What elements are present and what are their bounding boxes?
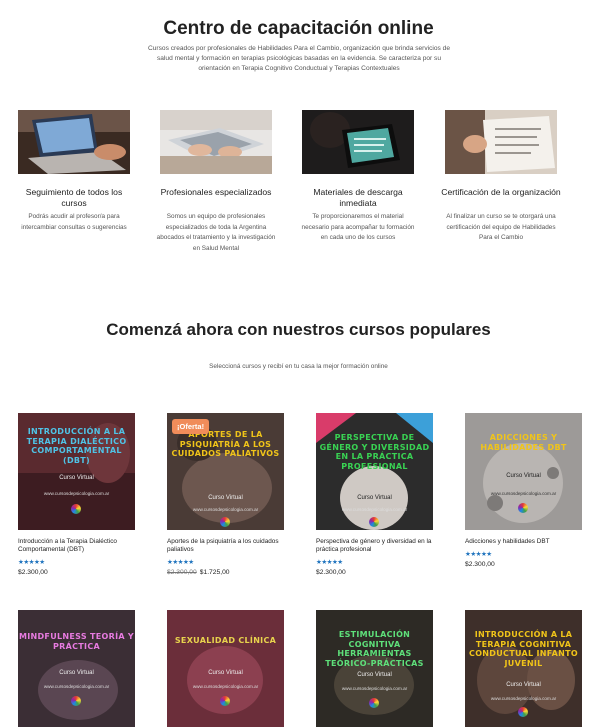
product-name[interactable]: Adicciones y habilidades DBT [465,538,582,546]
course-virtual-label: Curso Virtual [59,475,94,481]
course-thumbnail[interactable]: Adicciones y habilidades DBT Curso Virtu… [465,413,582,530]
old-price: $2.300,00 [167,569,197,576]
price-value: $1.725,00 [199,569,230,576]
feature-desc: Somos un equipo de profesionales especia… [156,213,276,252]
course-virtual-label: Curso Virtual [208,670,243,676]
course-thumbnail[interactable]: Introducción a la terapia cognitiva cond… [465,610,582,727]
course-virtual-label: Curso Virtual [208,495,243,501]
feature-image-writing [445,110,557,174]
course-url: www.cursosdepsicologia.com.ar [490,491,557,496]
product-name[interactable]: Perspectiva de género y diversidad en la… [316,538,433,553]
price-value: $2.300,00 [316,569,346,576]
thumbnail-title: Adicciones y habilidades DBT [480,433,567,452]
course-url: www.cursosdepsicologia.com.ar [341,507,408,512]
sale-badge: ¡Oferta! [172,419,210,434]
logo-icon [518,503,528,513]
feature-image-tablet [302,110,414,174]
logo-icon [518,707,528,717]
rating-stars-icon: ★★★★★ [18,559,45,566]
course-thumbnail[interactable]: Aportes de la psiquiatría a los cuidados… [167,413,284,530]
course-virtual-label: Curso Virtual [357,672,392,678]
feature-title: Seguimiento de todos los cursos [25,187,123,208]
course-virtual-label: Curso Virtual [357,495,392,501]
popular-title: Comenzá ahora con nuestros cursos popula… [106,320,491,339]
thumbnail-title: Perspectiva de género y diversidad en la… [319,433,430,471]
rating-stars-icon: ★★★★★ [167,559,194,566]
course-url: www.cursosdepsicologia.com.ar [192,684,259,689]
course-thumbnail[interactable]: Introducción a la terapia dialéctico com… [18,413,135,530]
price-value: $2.300,00 [465,561,495,568]
feature-desc: Te proporcionaremos el material necesari… [301,213,415,241]
rating-stars-icon: ★★★★★ [465,551,492,558]
feature-desc: Al finalizar un curso se te otorgará una… [446,213,556,241]
course-url: www.cursosdepsicologia.com.ar [43,491,110,496]
feature-image-laptop [18,110,130,174]
logo-icon [369,517,379,527]
thumbnail-title: Mindfulness teoría y práctica [18,632,135,651]
thumbnail-title: Aportes de la psiquiatría a los cuidados… [171,430,280,458]
course-virtual-label: Curso Virtual [506,682,541,688]
course-thumbnail[interactable]: Mindfulness teoría y práctica Curso Virt… [18,610,135,727]
logo-icon [71,696,81,706]
product-name[interactable]: Introducción a la Terapia Dialéctico Com… [18,538,135,553]
logo-icon [220,517,230,527]
feature-title: Profesionales especializados [160,187,272,197]
page-title: Centro de capacitación online [163,18,434,39]
course-virtual-label: Curso Virtual [506,473,541,479]
rating-stars-icon: ★★★★★ [316,559,343,566]
course-thumbnail[interactable]: Estimulación cognitiva herramientas teór… [316,610,433,727]
course-thumbnail[interactable]: Perspectiva de género y diversidad en la… [316,413,433,530]
intro-text: Cursos creados por profesionales de Habi… [148,45,451,72]
price-value: $2.300,00 [18,569,48,576]
popular-subtitle: Seleccioná cursos y recibí en tu casa la… [209,363,388,370]
feature-desc: Podrás acudir al profesor/a para interca… [21,213,127,231]
logo-icon [71,504,81,514]
course-url: www.cursosdepsicologia.com.ar [490,696,557,701]
product-price: $2.300,00 [18,569,48,576]
course-url: www.cursosdepsicologia.com.ar [43,684,110,689]
product-price: $2.300,00 [316,569,346,576]
logo-icon [369,698,379,708]
product-name[interactable]: Aportes de la psiquiatría a los cuidados… [167,538,284,553]
thumbnail-title: Introducción a la terapia cognitiva cond… [469,630,578,668]
course-thumbnail[interactable]: Sexualidad clínica Curso Virtual www.cur… [167,610,284,727]
thumbnail-title: Introducción a la terapia dialéctico com… [26,427,127,465]
course-url: www.cursosdepsicologia.com.ar [341,686,408,691]
thumbnail-title: Sexualidad clínica [174,636,277,645]
product-price: $2.300,00 $1.725,00 [167,569,230,576]
logo-icon [220,696,230,706]
course-url: www.cursosdepsicologia.com.ar [192,507,259,512]
course-virtual-label: Curso Virtual [59,670,94,676]
feature-title: Materiales de descarga inmediata [313,187,403,208]
thumbnail-title: Estimulación cognitiva herramientas teór… [325,630,424,668]
product-price: $2.300,00 [465,561,495,568]
feature-image-typing [160,110,272,174]
feature-title: Certificación de la organización [441,187,561,197]
